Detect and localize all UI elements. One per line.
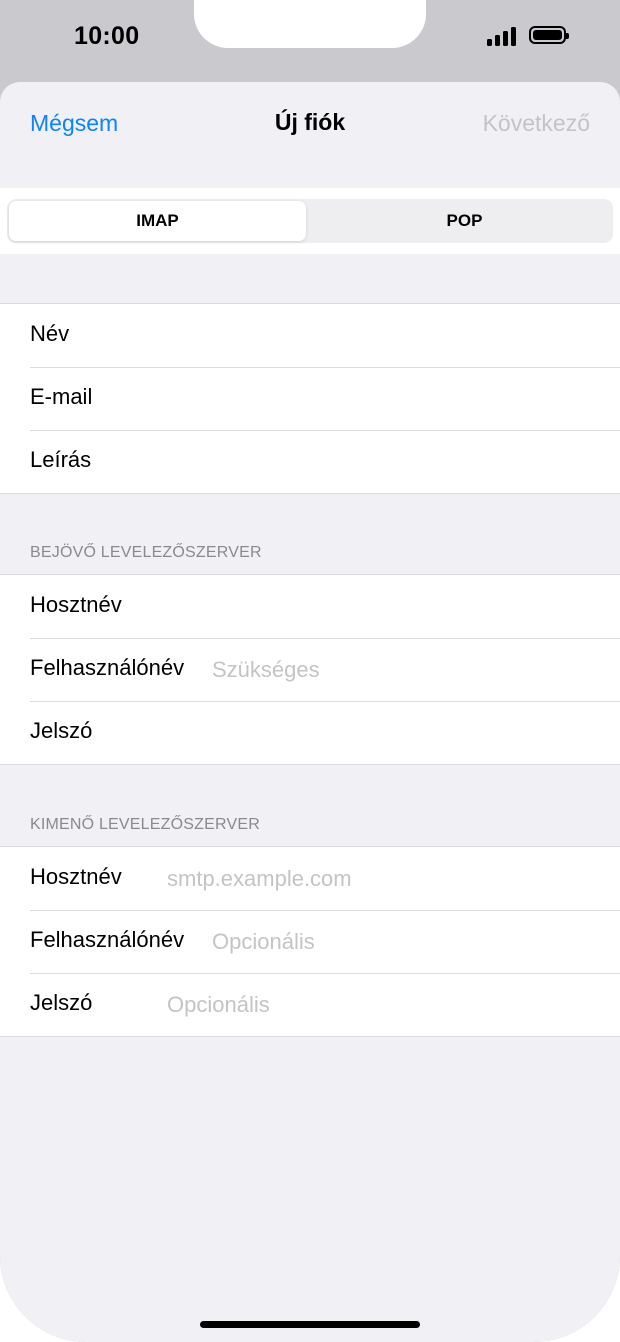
- incoming-password-label: Jelszó: [30, 718, 93, 743]
- protocol-selector-row: IMAP POP: [0, 188, 620, 254]
- incoming-host-label: Hosztnév: [30, 592, 122, 617]
- email-field[interactable]: E-mail: [0, 367, 620, 430]
- incoming-server-group: Hosztnév Felhasználónév Szükséges Jelszó: [0, 574, 620, 765]
- protocol-segmented-control: IMAP POP: [7, 199, 613, 243]
- incoming-username-placeholder: Szükséges: [212, 657, 320, 682]
- home-indicator[interactable]: [200, 1321, 420, 1328]
- account-info-group: Név E-mail Leírás: [0, 303, 620, 494]
- segment-pop[interactable]: POP: [316, 201, 613, 241]
- description-label: Leírás: [30, 447, 92, 472]
- incoming-username-field[interactable]: Felhasználónév Szükséges: [0, 638, 620, 701]
- segment-imap[interactable]: IMAP: [9, 201, 306, 241]
- outgoing-username-placeholder: Opcionális: [212, 929, 315, 954]
- description-field[interactable]: Leírás: [0, 430, 620, 493]
- email-label: E-mail: [30, 384, 93, 409]
- outgoing-username-label: Felhasználónév: [30, 927, 185, 952]
- outgoing-password-placeholder: Opcionális: [167, 992, 270, 1017]
- incoming-password-field[interactable]: Jelszó: [0, 701, 620, 764]
- next-button[interactable]: Következő: [483, 110, 590, 137]
- cellular-signal-icon: [487, 26, 521, 46]
- new-account-sheet: Mégsem Új fiók Következő IMAP POP Név E-…: [0, 82, 620, 1342]
- navigation-bar: Mégsem Új fiók Következő: [0, 82, 620, 188]
- outgoing-server-header: KIMENŐ LEVELEZŐSZERVER: [30, 816, 260, 833]
- incoming-server-header: BEJÖVŐ LEVELEZŐSZERVER: [30, 544, 262, 561]
- outgoing-username-field[interactable]: Felhasználónév Opcionális: [0, 910, 620, 973]
- incoming-username-label: Felhasználónév: [30, 655, 185, 680]
- name-field[interactable]: Név: [0, 304, 620, 367]
- outgoing-password-field[interactable]: Jelszó Opcionális: [0, 973, 620, 1036]
- outgoing-host-placeholder: smtp.example.com: [167, 866, 352, 891]
- outgoing-server-group: Hosztnév smtp.example.com Felhasználónév…: [0, 846, 620, 1037]
- status-time: 10:00: [74, 22, 140, 50]
- outgoing-host-label: Hosztnév: [30, 864, 122, 889]
- outgoing-password-label: Jelszó: [30, 990, 93, 1015]
- battery-icon: [529, 26, 569, 44]
- outgoing-host-field[interactable]: Hosztnév smtp.example.com: [0, 847, 620, 910]
- device-screen: 10:00 Mégsem Új fiók Következő IMAP POP …: [0, 0, 620, 1342]
- incoming-host-field[interactable]: Hosztnév: [0, 575, 620, 638]
- name-label: Név: [30, 321, 70, 346]
- notch: [194, 0, 426, 48]
